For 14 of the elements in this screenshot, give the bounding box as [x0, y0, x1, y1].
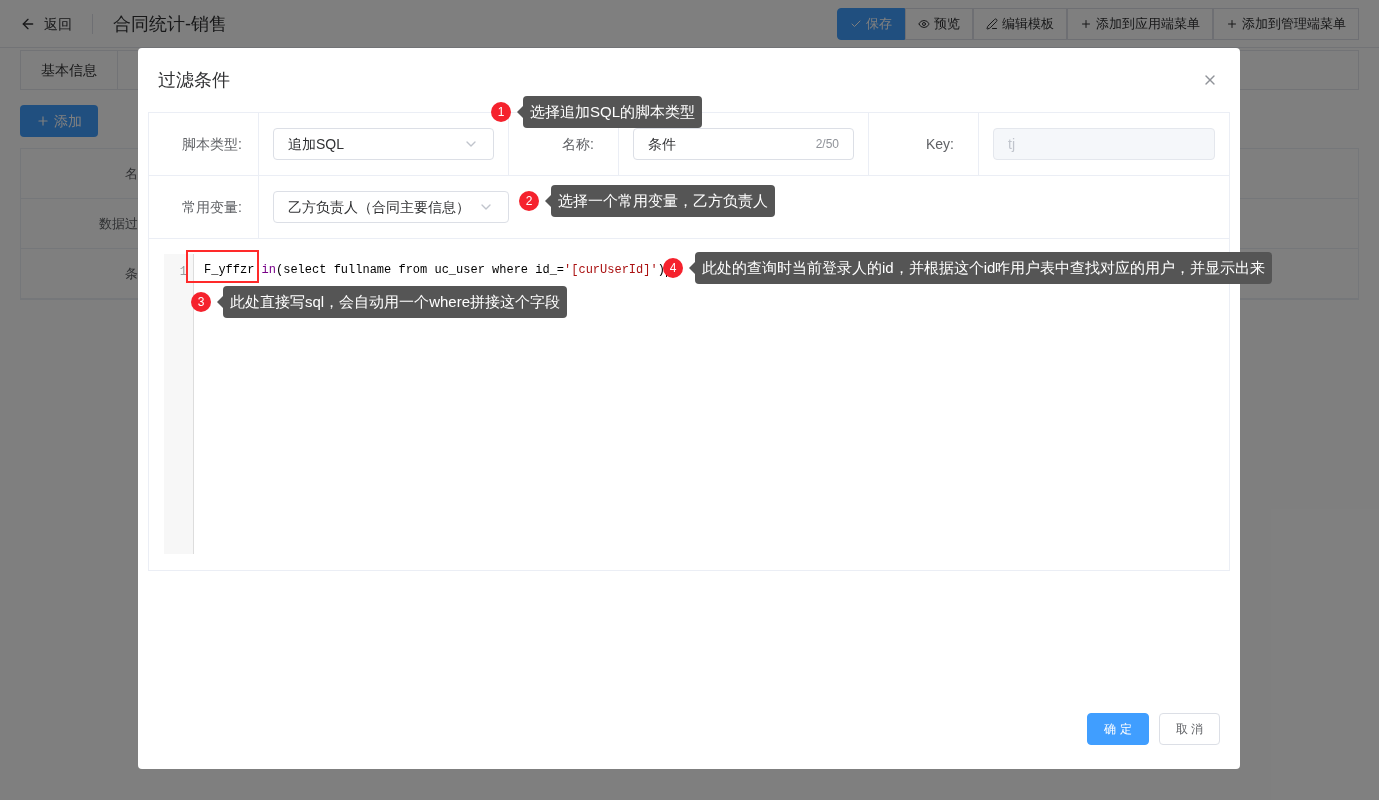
field-label: Key:	[869, 113, 979, 175]
line-number: 1	[179, 265, 187, 279]
table-cell-text: 条	[124, 264, 138, 283]
annotation-tooltip: 选择追加SQL的脚本类型	[517, 96, 702, 128]
annotation-tooltip: 此处的查询时当前登录人的id，并根据这个id咋用户表中查找对应的用户，并显示出来	[689, 252, 1273, 284]
annotation-tooltip: 选择一个常用变量，乙方负责人	[545, 185, 775, 217]
char-count: 2/50	[815, 136, 839, 152]
field-label: 脚本类型:	[149, 113, 259, 175]
table-cell-text: 名	[124, 164, 138, 183]
table-cell-text: 数据过	[98, 214, 138, 233]
page-title: 合同统计-销售	[113, 12, 227, 36]
dialog-title: 过滤条件	[158, 69, 230, 92]
annotation-tooltip: 此处直接写sql，会自动用一个where拼接这个字段	[217, 286, 568, 318]
field-label: 常用变量:	[149, 176, 259, 238]
